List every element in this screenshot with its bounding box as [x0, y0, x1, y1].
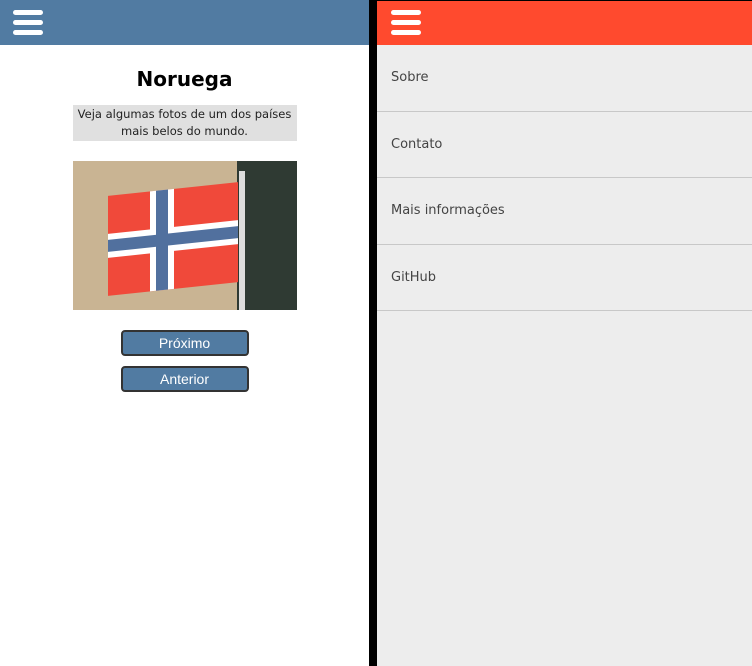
hamburger-menu-icon[interactable] [13, 10, 43, 35]
side-menu: Sobre Contato Mais informações GitHub [377, 0, 752, 666]
page-description: Veja algumas fotos de um dos países mais… [72, 105, 297, 141]
norway-flag-photo [72, 161, 297, 310]
menu-item-sobre[interactable]: Sobre [377, 45, 752, 112]
previous-button[interactable]: Anterior [120, 366, 249, 392]
menu-item-github[interactable]: GitHub [377, 245, 752, 311]
next-button[interactable]: Próximo [120, 330, 249, 356]
header [0, 0, 369, 45]
hamburger-menu-icon[interactable] [391, 10, 421, 35]
menu-item-contato[interactable]: Contato [377, 112, 752, 178]
main-page: Noruega Veja algumas fotos de um dos paí… [0, 0, 369, 666]
divider [369, 0, 377, 666]
menu-item-mais-informacoes[interactable]: Mais informações [377, 178, 752, 245]
menu-header [377, 0, 752, 45]
page-title: Noruega [136, 67, 233, 91]
